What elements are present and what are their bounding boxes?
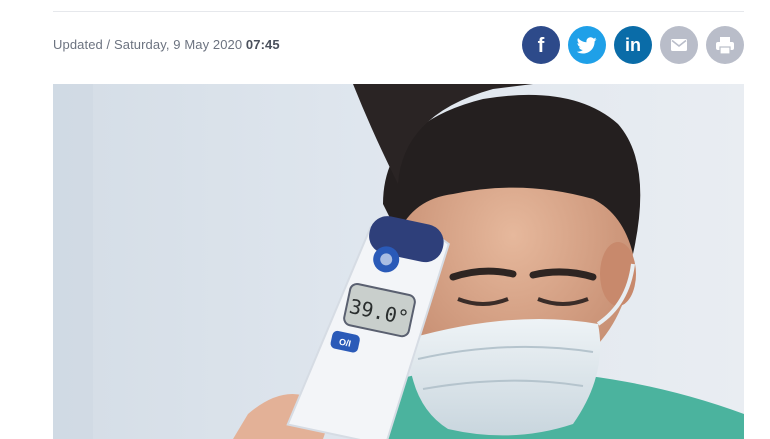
facebook-share-button[interactable]: f (522, 26, 560, 64)
article-hero-image: 39.0° O/I (53, 84, 744, 439)
twitter-share-button[interactable] (568, 26, 606, 64)
facebook-glyph: f (538, 35, 545, 57)
linkedin-glyph: in (625, 35, 641, 55)
updated-date: Updated / Saturday, 9 May 2020 (53, 37, 246, 52)
mail-icon (671, 39, 687, 51)
linkedin-icon: in (625, 35, 641, 55)
article-meta: Updated / Saturday, 9 May 2020 07:45 f i… (53, 25, 744, 65)
print-icon (716, 36, 734, 54)
facebook-icon: f (538, 35, 545, 57)
email-share-button[interactable] (660, 26, 698, 64)
twitter-icon (577, 36, 597, 53)
hero-photo: 39.0° O/I (53, 84, 744, 439)
top-divider (53, 11, 744, 12)
print-button[interactable] (706, 26, 744, 64)
share-buttons: f in (522, 26, 744, 64)
linkedin-share-button[interactable]: in (614, 26, 652, 64)
updated-time: 07:45 (245, 37, 280, 52)
updated-timestamp: Updated / Saturday, 9 May 2020 07:45 (53, 37, 280, 52)
